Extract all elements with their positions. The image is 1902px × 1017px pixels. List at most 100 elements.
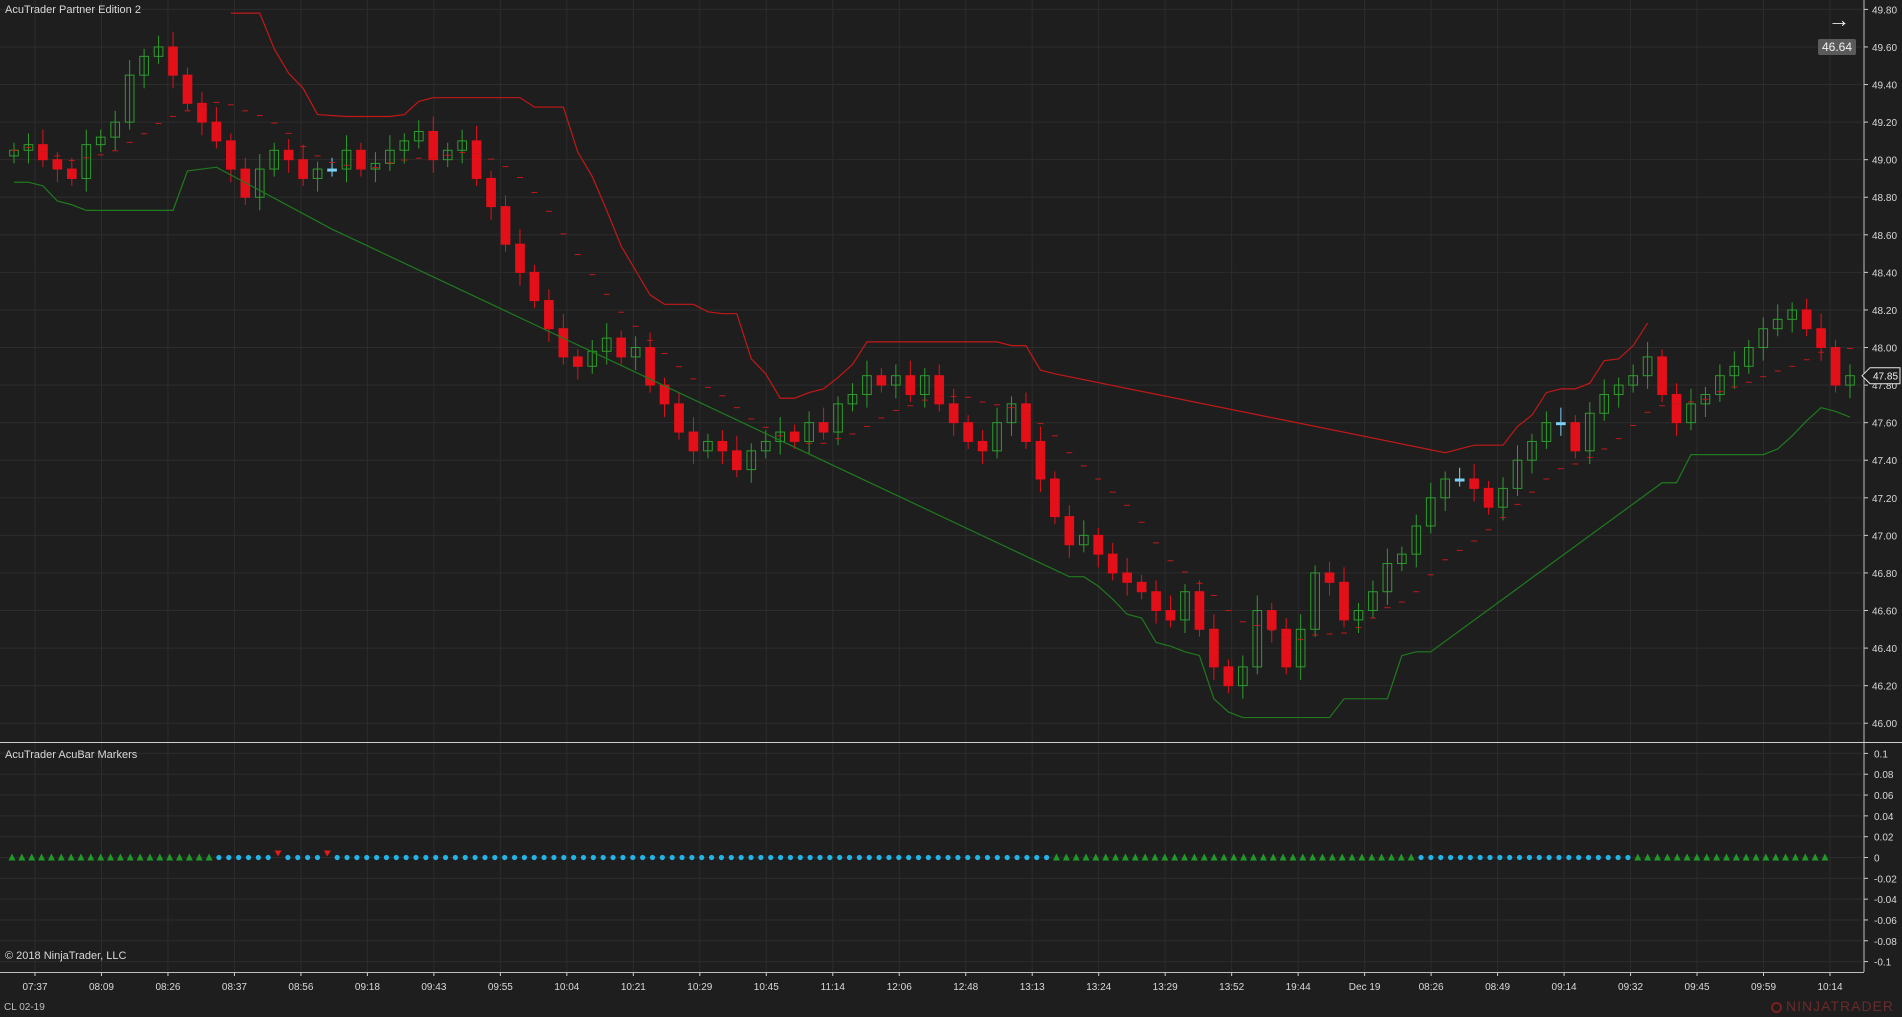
marker-dot-icon — [955, 854, 961, 861]
candle-body — [52, 159, 63, 170]
time-axis-label: 08:26 — [1419, 982, 1444, 993]
candle-body — [1266, 610, 1277, 630]
marker-dot-icon — [975, 854, 981, 861]
marker-dot-icon — [965, 854, 971, 861]
candle-body — [818, 422, 829, 433]
marker-dot-icon — [1546, 854, 1552, 861]
marker-dot-icon — [620, 854, 626, 861]
marker-dot-icon — [531, 854, 537, 861]
candle-body — [977, 440, 988, 452]
marker-dot-icon — [521, 854, 527, 861]
price-axis-label: 48.60 — [1872, 231, 1897, 242]
marker-dot-icon — [383, 854, 390, 861]
time-axis-label: 11:14 — [821, 982, 846, 993]
candle-body — [211, 121, 222, 142]
time-axis-label: 09:55 — [488, 982, 513, 993]
marker-dot-icon — [245, 854, 252, 861]
marker-dot-icon — [413, 854, 419, 861]
time-axis-label: 13:52 — [1219, 982, 1244, 993]
marker-dot-icon — [1566, 854, 1572, 861]
marker-dot-icon — [403, 854, 409, 861]
candle-body — [1339, 581, 1349, 621]
marker-dot-icon — [856, 854, 862, 861]
indicator-axis-label: -0.1 — [1874, 958, 1892, 969]
right-arrow-icon[interactable]: → — [1828, 8, 1850, 32]
marker-dot-icon — [768, 854, 774, 861]
marker-dot-icon — [216, 854, 222, 861]
marker-dot-icon — [807, 854, 813, 861]
marker-dot-icon — [748, 854, 754, 861]
indicator-axis-label: -0.08 — [1874, 937, 1897, 948]
marker-dot-icon — [1556, 854, 1562, 861]
marker-dot-icon — [334, 854, 340, 861]
marker-dot-icon — [1487, 854, 1493, 861]
brand-text: NINJATRADER — [1786, 998, 1894, 1014]
candle-body — [283, 149, 294, 161]
time-axis-label: 13:29 — [1153, 982, 1178, 993]
candle-body — [1469, 478, 1479, 489]
marker-dot-icon — [1457, 854, 1464, 861]
marker-dot-icon — [304, 854, 311, 861]
candle-body — [1570, 422, 1581, 452]
candle-body — [1122, 572, 1133, 583]
time-axis-label: 10:04 — [554, 982, 579, 993]
marker-dot-icon — [787, 854, 794, 861]
marker-dot-icon — [1004, 854, 1010, 861]
candle-body — [1816, 328, 1826, 349]
candle-body — [544, 300, 554, 330]
marker-dot-icon — [1576, 854, 1582, 861]
marker-dot-icon — [866, 854, 872, 861]
marker-dot-icon — [669, 854, 675, 861]
candle-body — [298, 159, 308, 179]
time-axis-label: 12:06 — [887, 982, 912, 993]
candle-body — [1671, 393, 1682, 424]
candle-body — [1324, 572, 1335, 583]
marker-dot-icon — [590, 854, 596, 861]
candle-body — [905, 375, 916, 395]
marker-dot-icon — [364, 854, 370, 861]
candle-body — [1556, 422, 1566, 426]
price-axis-label: 49.00 — [1872, 156, 1897, 167]
marker-dot-icon — [285, 854, 291, 861]
indicator-axis-label: -0.06 — [1874, 916, 1897, 927]
candle-body — [428, 130, 439, 161]
candle-body — [572, 356, 583, 367]
marker-dot-icon — [886, 854, 892, 861]
price-chart[interactable]: 46.00 46.20 46.40 46.60 46.80 47.00 47.20 47.40… — [0, 0, 1902, 1017]
marker-dot-icon — [600, 854, 606, 861]
time-axis-label: 07:37 — [22, 982, 47, 993]
candle-body — [1801, 309, 1812, 330]
marker-dot-icon — [827, 854, 833, 861]
marker-dot-icon — [442, 854, 449, 861]
time-axis-label: 08:49 — [1485, 982, 1510, 993]
marker-dot-icon — [1034, 854, 1040, 861]
candle-body — [471, 140, 482, 179]
candle-body — [948, 403, 959, 424]
marker-dot-icon — [689, 854, 695, 861]
marker-dot-icon — [777, 854, 784, 861]
price-axis-label: 49.80 — [1872, 5, 1897, 16]
price-axis-label: 47.00 — [1872, 531, 1897, 542]
marker-dot-icon — [462, 854, 468, 861]
candle-body — [500, 206, 511, 245]
candle-body — [674, 403, 684, 433]
time-axis-label: 08:09 — [89, 982, 114, 993]
marker-dot-icon — [1043, 854, 1050, 861]
candle-body — [1483, 487, 1494, 508]
time-axis-label: 09:18 — [355, 982, 380, 993]
price-axis-label: 48.80 — [1872, 193, 1897, 204]
marker-dot-icon — [1595, 854, 1601, 861]
marker-dot-icon — [640, 854, 646, 861]
time-axis-label: 19:44 — [1286, 982, 1311, 993]
price-axis-label: 48.00 — [1872, 344, 1897, 355]
marker-dot-icon — [580, 854, 587, 861]
candle-body — [515, 243, 525, 273]
marker-dot-icon — [925, 854, 931, 861]
price-axis-label: 46.40 — [1872, 644, 1897, 655]
marker-dot-icon — [236, 854, 242, 861]
candle-body — [182, 74, 193, 104]
marker-dot-icon — [482, 854, 488, 861]
candle-body — [1093, 534, 1104, 555]
marker-dot-icon — [1516, 854, 1523, 861]
marker-dot-icon — [354, 854, 360, 861]
